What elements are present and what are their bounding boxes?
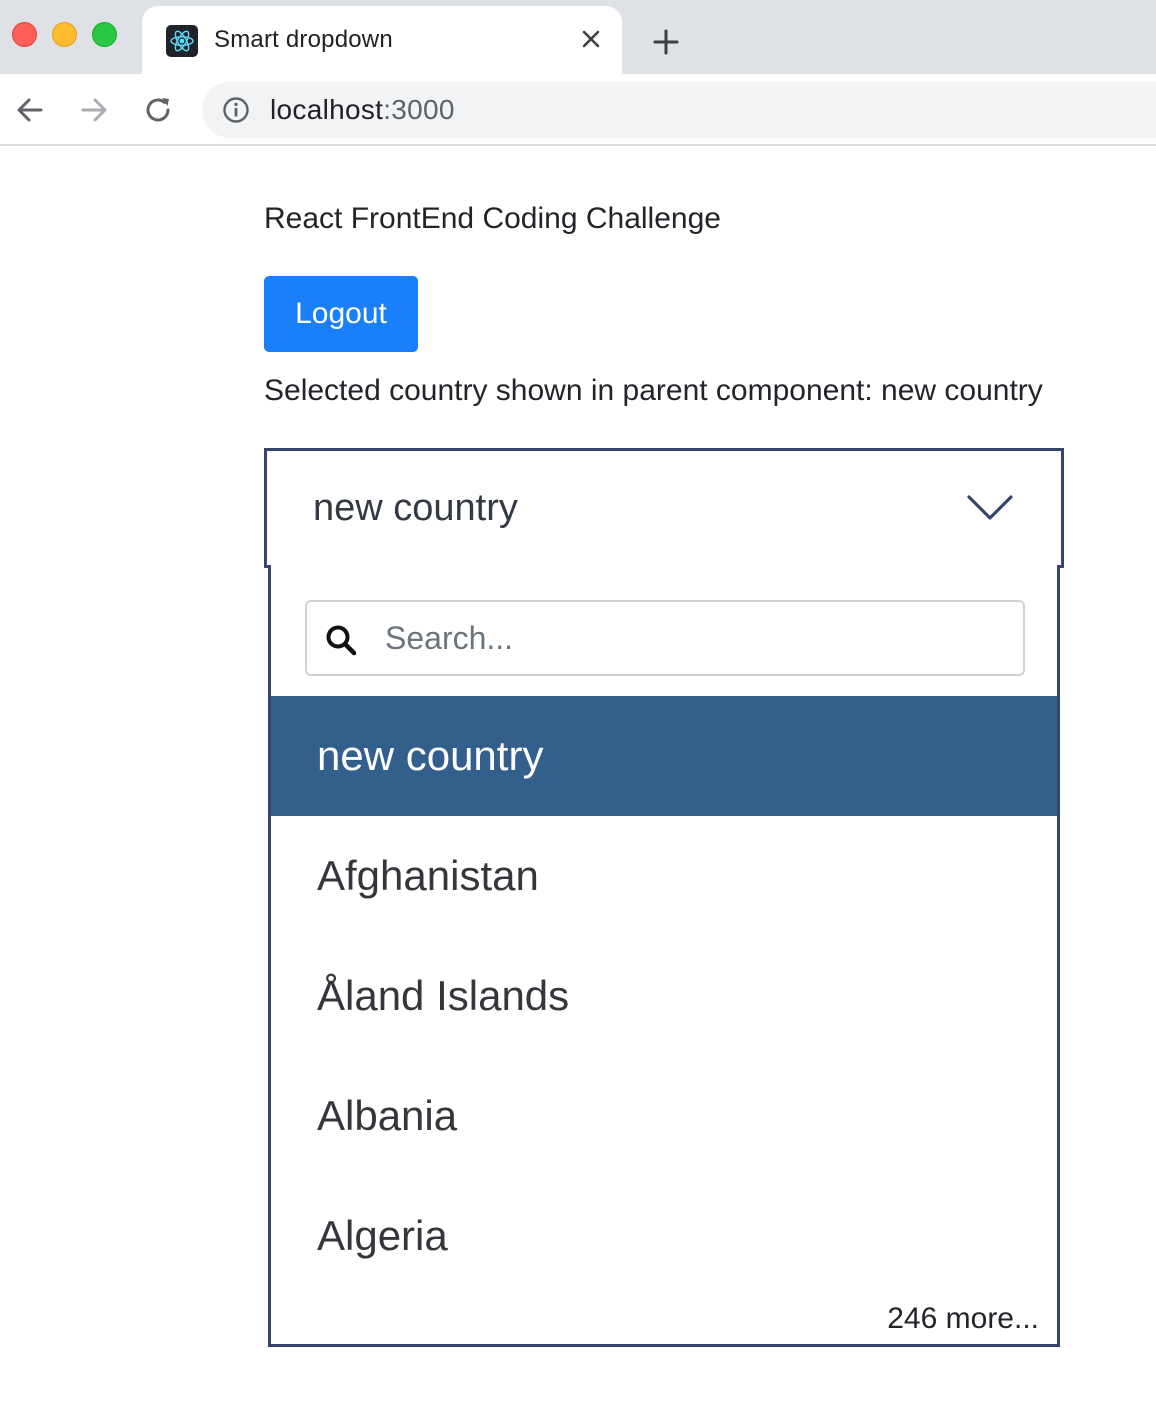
- option-label: Albania: [317, 1092, 458, 1139]
- window-minimize-button[interactable]: [52, 22, 77, 47]
- search-input[interactable]: [385, 616, 1005, 660]
- dropdown-option-selected[interactable]: new country: [271, 696, 1057, 816]
- new-tab-icon[interactable]: [648, 24, 684, 60]
- option-label: Afghanistan: [317, 852, 539, 899]
- chevron-down-icon: [967, 495, 1013, 521]
- browser-toolbar: localhost:3000: [0, 74, 1156, 146]
- address-bar[interactable]: localhost:3000: [202, 82, 1156, 138]
- option-label: Algeria: [317, 1212, 448, 1259]
- reload-icon[interactable]: [140, 92, 176, 128]
- dropdown-menu: new country Afghanistan Åland Islands Al…: [268, 565, 1060, 1347]
- dropdown-option[interactable]: Åland Islands: [271, 936, 1057, 1056]
- dropdown-option[interactable]: Albania: [271, 1056, 1057, 1176]
- option-label: Åland Islands: [317, 972, 570, 1019]
- dropdown-option[interactable]: Algeria: [271, 1176, 1057, 1296]
- close-tab-icon[interactable]: [578, 26, 604, 52]
- info-icon[interactable]: [222, 96, 250, 124]
- search-box: [305, 600, 1025, 676]
- window-close-button[interactable]: [12, 22, 37, 47]
- country-dropdown-trigger[interactable]: new country: [264, 448, 1064, 568]
- page-title: React FrontEnd Coding Challenge: [264, 202, 721, 235]
- dropdown-option[interactable]: Afghanistan: [271, 816, 1057, 936]
- forward-arrow-icon[interactable]: [76, 92, 112, 128]
- window-maximize-button[interactable]: [92, 22, 117, 47]
- logout-button[interactable]: Logout: [264, 276, 418, 352]
- selected-country-text: Selected country shown in parent compone…: [264, 374, 1043, 407]
- option-label: new country: [317, 732, 544, 779]
- dropdown-selected-value: new country: [313, 487, 518, 529]
- back-arrow-icon[interactable]: [12, 92, 48, 128]
- url-port: :3000: [383, 94, 455, 125]
- more-options-count: 246 more...: [887, 1302, 1039, 1335]
- react-icon: [166, 25, 198, 57]
- tab-title: Smart dropdown: [214, 26, 393, 53]
- url-text: localhost:3000: [270, 94, 455, 126]
- search-icon: [325, 624, 357, 656]
- url-host: localhost: [270, 94, 384, 125]
- browser-tabstrip: Smart dropdown: [0, 0, 1156, 74]
- browser-tab[interactable]: Smart dropdown: [142, 6, 622, 74]
